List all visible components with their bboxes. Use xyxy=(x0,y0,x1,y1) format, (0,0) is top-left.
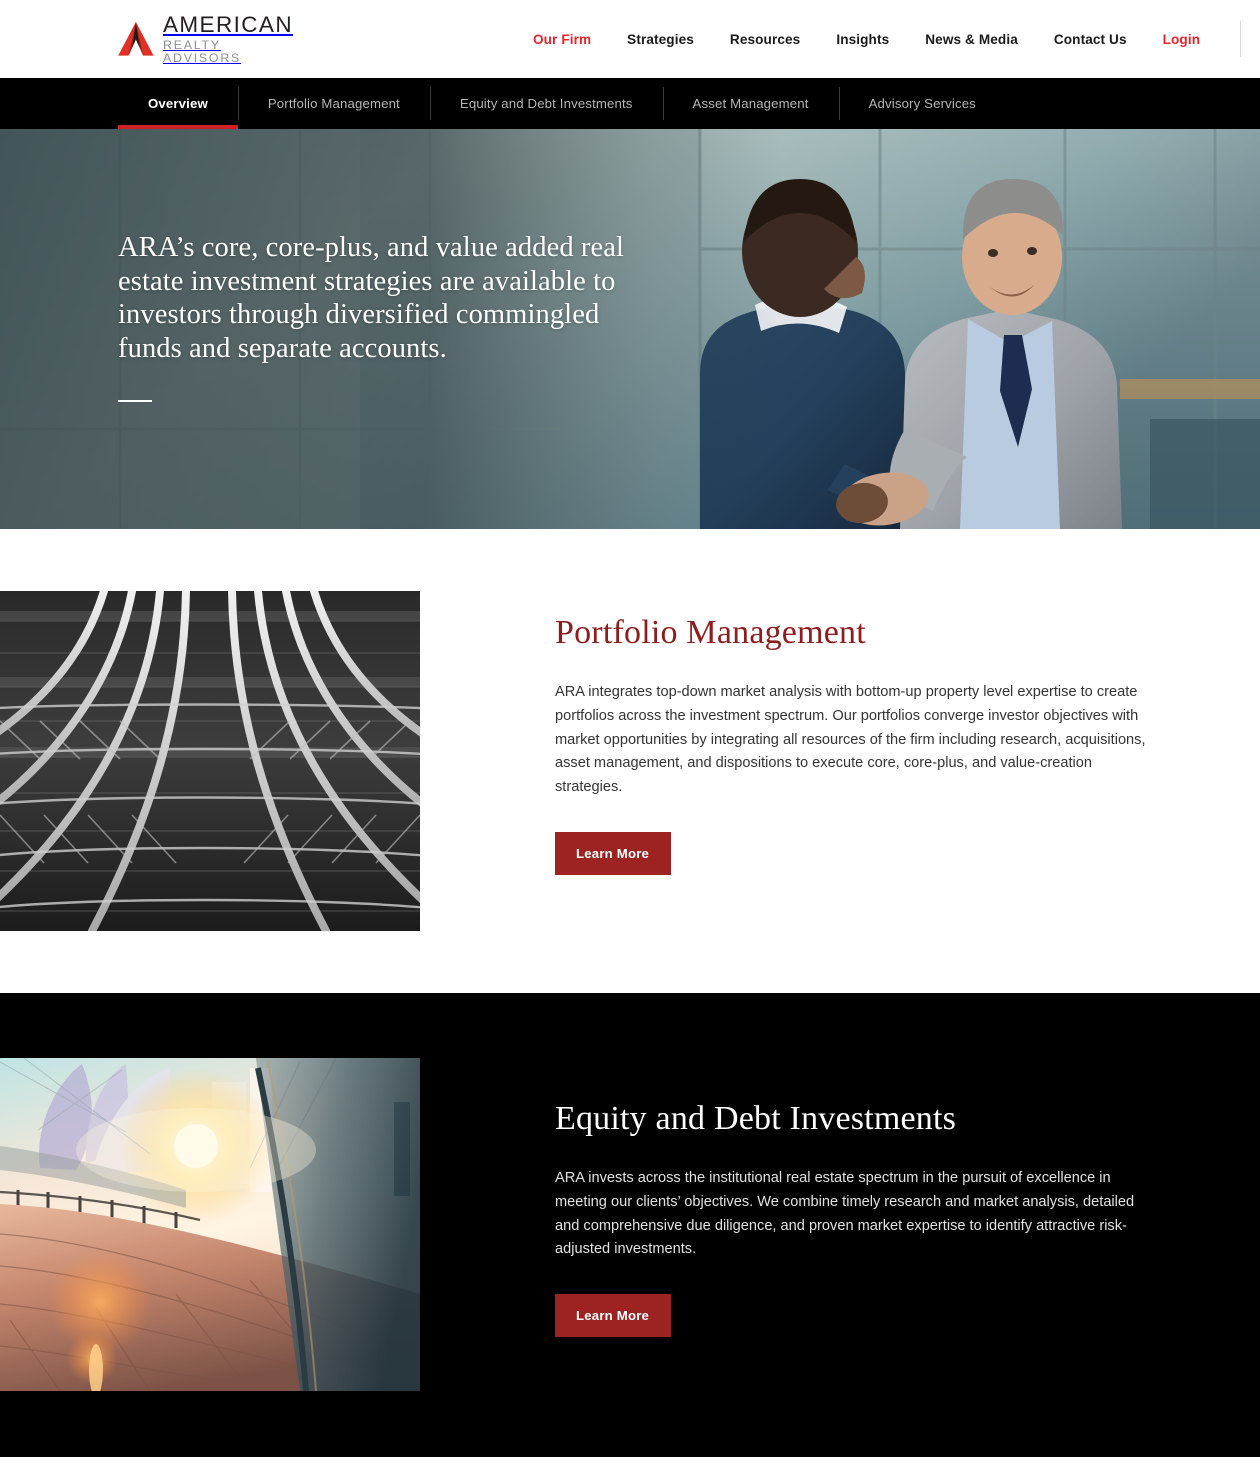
equity-and-debt-body: Equity and Debt Investments ARA invests … xyxy=(420,1058,1260,1391)
nav-item-insights[interactable]: Insights xyxy=(818,32,907,47)
logo-line-american: AMERICAN xyxy=(163,11,293,37)
search-button[interactable] xyxy=(1247,16,1260,62)
equity-and-debt-text: ARA invests across the institutional rea… xyxy=(555,1170,1135,1258)
nav-item-strategies[interactable]: Strategies xyxy=(609,32,712,47)
ara-chevron-logo-icon xyxy=(118,22,154,56)
tab-equity-and-debt-investments[interactable]: Equity and Debt Investments xyxy=(429,78,663,129)
hero-banner: ARA’s core, core-plus, and value added r… xyxy=(0,129,1260,529)
tab-overview[interactable]: Overview xyxy=(118,78,238,129)
section-tab-bar: Overview Portfolio Management Equity and… xyxy=(0,78,1260,129)
logo-line-realty-advisors: REALTY ADVISORS xyxy=(163,38,242,65)
portfolio-management-text: ARA integrates top-down market analysis … xyxy=(555,684,1146,795)
nav-divider xyxy=(1240,21,1242,57)
equity-and-debt-image xyxy=(0,1058,420,1391)
equity-and-debt-title: Equity and Debt Investments xyxy=(555,1100,957,1137)
nav-item-our-firm[interactable]: Our Firm xyxy=(515,32,609,47)
page-root: AMERICAN REALTY ADVISORS Our Firm Strate… xyxy=(0,0,1260,1457)
section-portfolio-management: Portfolio Management ARA integrates top-… xyxy=(0,529,1260,993)
section-equity-and-debt-investments: Equity and Debt Investments ARA invests … xyxy=(0,993,1260,1457)
primary-navigation: Our Firm Strategies Resources Insights N… xyxy=(515,16,1260,62)
site-header: AMERICAN REALTY ADVISORS Our Firm Strate… xyxy=(0,0,1260,78)
bridge-underside-photo xyxy=(0,591,420,931)
sunset-boardwalk-photo xyxy=(0,1058,420,1391)
tab-advisory-services[interactable]: Advisory Services xyxy=(838,78,1006,129)
portfolio-management-title: Portfolio Management xyxy=(555,614,866,651)
tab-portfolio-management[interactable]: Portfolio Management xyxy=(237,78,430,129)
nav-item-contact-us[interactable]: Contact Us xyxy=(1036,32,1145,47)
hero-headline: ARA’s core, core-plus, and value added r… xyxy=(118,232,625,364)
portfolio-management-image xyxy=(0,591,420,931)
hero-rule xyxy=(118,399,152,402)
nav-item-login[interactable]: Login xyxy=(1145,32,1219,47)
hero-content: ARA’s core, core-plus, and value added r… xyxy=(118,231,658,402)
equity-and-debt-learn-more-button[interactable]: Learn More xyxy=(555,1293,672,1337)
nav-item-news-and-media[interactable]: News & Media xyxy=(907,32,1036,47)
portfolio-management-learn-more-button[interactable]: Learn More xyxy=(555,831,672,875)
portfolio-management-body: Portfolio Management ARA integrates top-… xyxy=(420,591,1260,931)
logo-wordmark: AMERICAN REALTY ADVISORS xyxy=(163,11,293,65)
site-logo[interactable]: AMERICAN REALTY ADVISORS xyxy=(118,11,293,65)
tab-asset-management[interactable]: Asset Management xyxy=(662,78,839,129)
nav-item-resources[interactable]: Resources xyxy=(712,32,818,47)
